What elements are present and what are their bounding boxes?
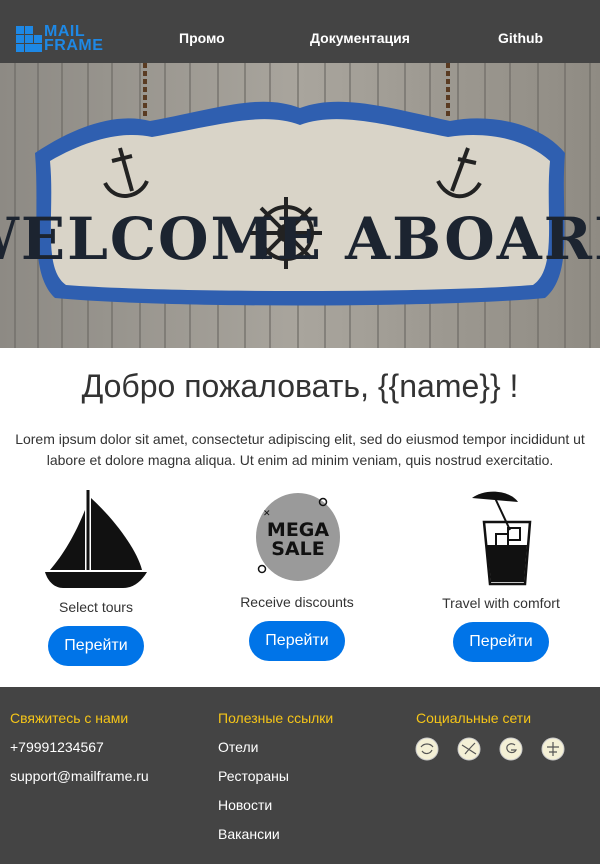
- logo-wordmark: MAIL FRAME: [44, 24, 104, 54]
- mailframe-logo[interactable]: MAIL FRAME: [16, 24, 106, 54]
- feature-caption-discounts: Receive discounts: [240, 594, 354, 610]
- feature-button-comfort[interactable]: Перейти: [453, 622, 549, 662]
- top-navigation-bar: MAIL FRAME Промо Документация Github: [0, 0, 600, 63]
- feature-caption-comfort: Travel with comfort: [442, 595, 560, 611]
- feature-caption-tours: Select tours: [59, 599, 133, 615]
- sign-text: WELCOME ABOARD: [0, 205, 600, 273]
- feature-button-discounts[interactable]: Перейти: [249, 621, 345, 661]
- logo-line-2: FRAME: [44, 37, 104, 54]
- footer-email-link[interactable]: support@mailframe.ru: [10, 768, 149, 784]
- mega-sale-line-2: SALE: [271, 538, 324, 560]
- nav-link-promo[interactable]: Промо: [179, 30, 225, 46]
- footer-link-news[interactable]: Новости: [218, 797, 272, 813]
- social-icon-3[interactable]: [499, 737, 523, 761]
- svg-text:✕: ✕: [263, 508, 271, 518]
- footer-link-vacancies[interactable]: Вакансии: [218, 826, 280, 842]
- footer-phone-link[interactable]: +79991234567: [10, 739, 104, 755]
- welcome-aboard-sign-image: WELCOME ABOARD: [0, 63, 600, 348]
- social-icon-4[interactable]: [541, 737, 565, 761]
- lead-paragraph: Lorem ipsum dolor sit amet, consectetur …: [15, 431, 585, 468]
- mega-sale-icon: ✕ MEGA SALE: [256, 493, 340, 581]
- cocktail-icon: [472, 491, 532, 586]
- nav-link-github[interactable]: Github: [498, 30, 543, 46]
- footer: Свяжитесь с нами +79991234567 support@ma…: [0, 687, 600, 864]
- footer-heading-links: Полезные ссылки: [218, 710, 334, 726]
- social-icon-1[interactable]: [415, 737, 439, 761]
- footer-heading-contacts: Свяжитесь с нами: [10, 710, 129, 726]
- hero-image: WELCOME ABOARD: [0, 63, 600, 348]
- footer-link-restaurants[interactable]: Рестораны: [218, 768, 289, 784]
- logo-mark-icon: [16, 26, 42, 52]
- footer-link-hotels[interactable]: Отели: [218, 739, 258, 755]
- page-title: Добро пожаловать, {{name}} !: [81, 368, 519, 404]
- social-icon-2[interactable]: [457, 737, 481, 761]
- nav-link-documentation[interactable]: Документация: [310, 30, 410, 46]
- feature-button-tours[interactable]: Перейти: [48, 626, 144, 666]
- sailboat-icon: [45, 490, 147, 588]
- footer-heading-social: Социальные сети: [416, 710, 532, 726]
